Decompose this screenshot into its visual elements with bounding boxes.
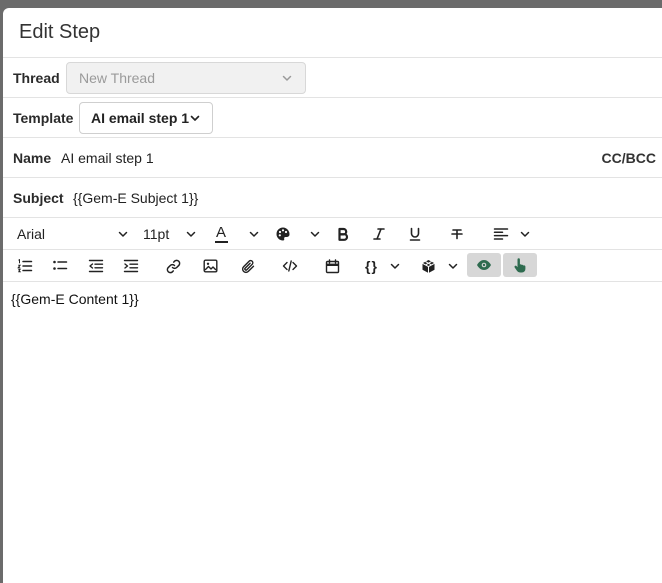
thread-row: Thread New Thread [3, 58, 662, 98]
preview-toggle[interactable] [467, 253, 501, 277]
ordered-list-button[interactable] [15, 250, 35, 282]
outdent-button[interactable] [86, 250, 106, 282]
text-color-button[interactable]: A [214, 218, 260, 250]
modal-title: Edit Step [19, 21, 101, 43]
palette-icon [276, 227, 290, 241]
strikethrough-button[interactable] [447, 218, 467, 250]
template-label: Template [13, 109, 74, 126]
email-body-editor[interactable]: {{Gem-E Content 1}} [3, 282, 662, 316]
font-size-value: 11pt [143, 226, 170, 242]
chevron-down-icon [310, 231, 320, 237]
editor-content: {{Gem-E Content 1}} [11, 291, 139, 307]
formatting-toolbar-1: Arial 11pt A [3, 218, 662, 250]
formatting-toolbar-2: {} [3, 250, 662, 282]
name-label: Name [13, 149, 52, 166]
highlight-color-button[interactable] [275, 218, 321, 250]
bold-icon [338, 227, 349, 241]
subject-input[interactable]: {{Gem-E Subject 1}} [73, 190, 198, 206]
subject-label: Subject [13, 189, 64, 206]
insert-code-button[interactable] [280, 250, 300, 282]
attach-file-button[interactable] [238, 250, 258, 282]
template-row: Template AI email step 1 [3, 98, 662, 138]
chevron-down-icon [520, 231, 530, 237]
strikethrough-icon [451, 229, 463, 240]
align-left-icon [493, 228, 509, 240]
insert-link-button[interactable] [163, 250, 183, 282]
chevron-down-icon [118, 231, 128, 237]
template-select-value: AI email step 1 [91, 110, 190, 126]
text-color-icon: A [215, 224, 228, 243]
calendar-icon [325, 258, 339, 273]
chevron-down-icon [249, 231, 259, 237]
indent-button[interactable] [121, 250, 141, 282]
image-icon [203, 259, 218, 273]
edit-step-modal: Edit Step Thread New Thread Template AI … [3, 8, 662, 583]
chevron-down-icon [190, 115, 200, 121]
hand-pointer-icon [514, 257, 526, 272]
thread-label: Thread [13, 69, 60, 86]
font-family-value: Arial [17, 226, 46, 242]
cc-bcc-link[interactable]: CC/BCC [602, 150, 656, 166]
name-row: Name AI email step 1 CC/BCC [3, 138, 662, 178]
underline-button[interactable] [405, 218, 425, 250]
outdent-icon [88, 259, 104, 273]
ordered-list-icon [17, 259, 33, 273]
bullet-list-icon [53, 260, 68, 270]
chevron-down-icon [282, 75, 292, 81]
click-tracking-toggle[interactable] [503, 253, 537, 277]
thread-select[interactable]: New Thread [66, 62, 306, 94]
snippets-button[interactable] [421, 250, 459, 282]
insert-image-button[interactable] [200, 250, 220, 282]
font-size-select[interactable]: 11pt [143, 218, 197, 250]
chevron-down-icon [390, 263, 400, 269]
underline-icon [409, 227, 421, 241]
bold-button[interactable] [333, 218, 353, 250]
insert-variable-button[interactable]: {} [365, 250, 401, 282]
chevron-down-icon [186, 231, 196, 237]
link-icon [166, 259, 180, 273]
chevron-down-icon [448, 263, 458, 269]
font-family-select[interactable]: Arial [7, 218, 129, 250]
attachment-icon [241, 259, 254, 273]
name-input[interactable]: AI email step 1 [61, 150, 154, 166]
thread-select-value: New Thread [79, 70, 156, 86]
insert-date-button[interactable] [322, 250, 342, 282]
braces-icon: {} [365, 258, 378, 274]
indent-icon [123, 259, 139, 273]
cube-icon [422, 259, 435, 273]
italic-button[interactable] [369, 218, 389, 250]
code-icon [282, 260, 298, 272]
align-button[interactable] [493, 218, 531, 250]
bullet-list-button[interactable] [50, 250, 70, 282]
italic-icon [373, 228, 385, 240]
template-select[interactable]: AI email step 1 [79, 102, 213, 134]
eye-icon [477, 260, 491, 270]
modal-header: Edit Step [3, 8, 662, 58]
subject-row: Subject {{Gem-E Subject 1}} [3, 178, 662, 218]
